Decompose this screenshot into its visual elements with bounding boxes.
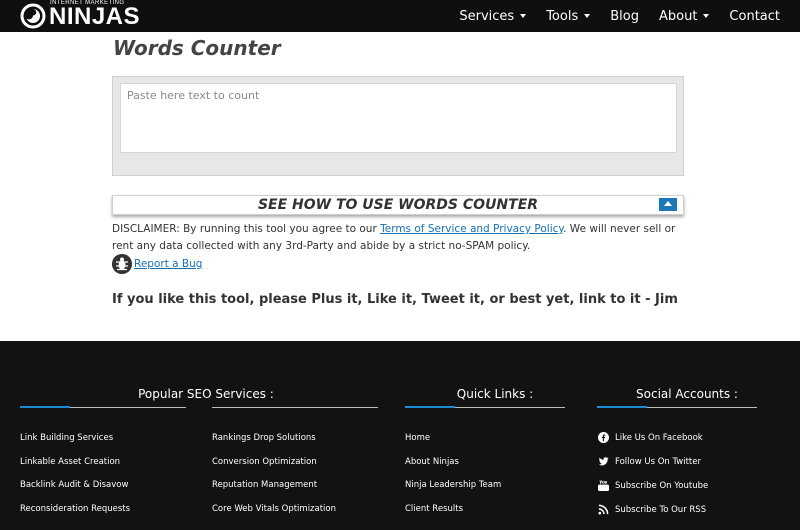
disclaimer: DISCLAIMER: By running this tool you agr…	[112, 221, 688, 255]
popular-rule-2	[212, 407, 378, 408]
text-count-input[interactable]	[120, 83, 677, 153]
expand-toggle-button[interactable]	[659, 198, 677, 211]
logo-wordmark: NINJAS	[49, 3, 141, 30]
rule-accent	[597, 406, 647, 408]
footer-link-link-building[interactable]: Link Building Services	[20, 433, 113, 443]
chevron-down-icon	[584, 14, 591, 18]
menu-blog-label: Blog	[610, 8, 639, 24]
menu-contact-label: Contact	[729, 8, 780, 24]
footer-link-leadership[interactable]: Ninja Leadership Team	[405, 480, 501, 490]
footer-link-reconsideration[interactable]: Reconsideration Requests	[20, 504, 130, 514]
menu-about-label: About	[658, 8, 698, 24]
menu-services[interactable]: Services	[459, 8, 527, 24]
social-twitter-label: Follow Us On Twitter	[615, 456, 701, 467]
social-facebook-label: Like Us On Facebook	[615, 432, 703, 443]
menu-contact[interactable]: Contact	[729, 9, 780, 24]
social-youtube[interactable]: Subscribe On Youtube	[598, 480, 708, 491]
social-rss-label: Subscribe To Our RSS	[615, 504, 707, 515]
facebook-icon	[598, 432, 609, 443]
menu-tools[interactable]: Tools	[546, 8, 591, 24]
footer-link-conversion[interactable]: Conversion Optimization	[212, 457, 317, 467]
footer-link-backlink-audit[interactable]: Backlink Audit & Disavow	[20, 480, 128, 490]
footer-link-rankings-drop[interactable]: Rankings Drop Solutions	[212, 433, 316, 443]
quick-links-heading: Quick Links :	[456, 387, 534, 401]
report-bug-link[interactable]: Report a Bug	[134, 258, 202, 270]
footer-link-home[interactable]: Home	[405, 433, 430, 443]
howto-toggle-bar[interactable]: SEE HOW TO USE WORDS COUNTER	[112, 195, 684, 215]
youtube-icon	[598, 480, 609, 491]
chevron-down-icon	[703, 14, 710, 18]
footer-link-linkable-asset[interactable]: Linkable Asset Creation	[20, 457, 120, 467]
share-request-text: If you like this tool, please Plus it, L…	[112, 292, 678, 307]
social-twitter[interactable]: Follow Us On Twitter	[598, 456, 701, 467]
text-input-panel	[112, 76, 684, 176]
page-title: Words Counter	[113, 36, 281, 60]
menu-tools-label: Tools	[546, 8, 579, 24]
quick-links-rule	[405, 406, 565, 408]
site-logo[interactable]: INTERNET MARKETING NINJAS	[20, 0, 140, 32]
footer-link-about[interactable]: About Ninjas	[405, 457, 459, 467]
rule-accent	[405, 406, 455, 408]
terms-privacy-link[interactable]: Terms of Service and Privacy Policy	[380, 223, 563, 235]
menu-services-label: Services	[459, 8, 515, 24]
popular-services-heading: Popular SEO Services :	[138, 387, 274, 401]
site-footer: Popular SEO Services : Quick Links : Soc…	[0, 341, 800, 530]
bug-icon	[112, 254, 132, 274]
rss-icon	[598, 504, 609, 515]
footer-link-reputation[interactable]: Reputation Management	[212, 480, 317, 490]
rule-accent	[20, 406, 70, 408]
main-menu: Services Tools Blog About Contact	[439, 0, 780, 32]
chevron-up-icon	[664, 201, 672, 206]
footer-link-core-web-vitals[interactable]: Core Web Vitals Optimization	[212, 504, 336, 514]
twitter-icon	[598, 457, 609, 466]
social-rss[interactable]: Subscribe To Our RSS	[598, 504, 706, 515]
footer-link-client-results[interactable]: Client Results	[405, 504, 463, 514]
top-navbar: INTERNET MARKETING NINJAS Services Tools…	[0, 0, 800, 32]
menu-blog[interactable]: Blog	[610, 9, 639, 24]
social-rule	[597, 406, 757, 408]
howto-label: SEE HOW TO USE WORDS COUNTER	[257, 197, 539, 213]
social-youtube-label: Subscribe On Youtube	[615, 480, 709, 491]
social-facebook[interactable]: Like Us On Facebook	[598, 432, 703, 443]
disclaimer-text-start: DISCLAIMER: By running this tool you agr…	[112, 223, 381, 235]
social-heading: Social Accounts :	[636, 387, 738, 401]
popular-rule-1	[20, 406, 186, 408]
report-bug[interactable]: Report a Bug	[112, 254, 202, 274]
chevron-down-icon	[520, 14, 527, 18]
logo-swirl-icon	[20, 3, 46, 29]
menu-about[interactable]: About	[658, 8, 710, 24]
